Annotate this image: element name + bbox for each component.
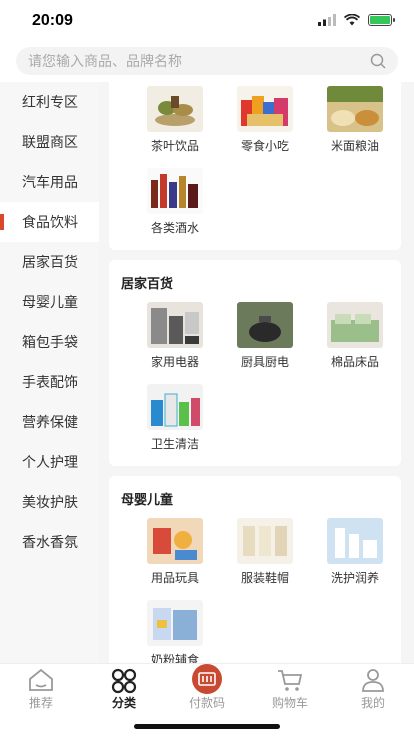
tab-pay-code[interactable]: 付款码 [166,664,248,714]
wifi-icon [344,14,360,26]
sidebar-item-label: 母婴儿童 [22,294,78,310]
category-item-snacks[interactable]: 零食小吃 [225,86,305,154]
category-item-kitchen[interactable]: 厨具厨电 [225,302,305,370]
sidebar-item-label: 香水香氛 [22,534,78,550]
section-title: 母婴儿童 [121,492,174,507]
tab-recommend[interactable]: 推荐 [0,664,82,714]
category-item-toys[interactable]: 用品玩具 [135,518,215,586]
tea-drinks-image [147,86,203,132]
sidebar-item-label: 箱包手袋 [22,334,78,350]
appliances-image [147,302,203,348]
tab-mine[interactable]: 我的 [332,664,414,714]
pay-code-icon [192,664,222,694]
formula-image [147,600,203,646]
tab-cart[interactable]: 购物车 [249,664,331,714]
sidebar-item-label: 手表配饰 [22,374,78,390]
search-input[interactable] [16,47,398,75]
category-item-appliances[interactable]: 家用电器 [135,302,215,370]
sidebar-item-label: 联盟商区 [22,134,78,150]
search-icon[interactable] [370,53,386,69]
bedding-image [327,302,383,348]
baby-care-image [327,518,383,564]
status-bar: 20:09 [0,0,414,44]
section-card-baby: 母婴儿童 用品玩具 服装鞋帽 洗护润养 奶粉辅食 [109,476,401,663]
cart-icon [278,670,303,691]
sidebar-item-label: 美妆护肤 [22,494,78,510]
sidebar-item-bonus-zone[interactable]: 红利专区 [0,82,99,122]
alcohol-image [147,168,203,214]
sidebar-item-home[interactable]: 居家百货 [0,242,99,282]
sidebar-item-personal-care[interactable]: 个人护理 [0,442,99,482]
sidebar-item-label: 食品饮料 [22,214,78,230]
sidebar-item-auto[interactable]: 汽车用品 [0,162,99,202]
category-item-formula[interactable]: 奶粉辅食 [135,600,215,663]
category-icon [111,668,137,694]
sidebar-item-bags[interactable]: 箱包手袋 [0,322,99,362]
sidebar-item-label: 个人护理 [22,454,78,470]
sidebar-item-skincare[interactable]: 美妆护肤 [0,482,99,522]
sidebar-item-watches[interactable]: 手表配饰 [0,362,99,402]
sidebar-item-alliance[interactable]: 联盟商区 [0,122,99,162]
status-time: 20:09 [32,12,73,29]
signal-icon [318,14,336,26]
battery-icon [368,14,395,26]
home-icon [29,668,53,691]
sidebar-item-baby[interactable]: 母婴儿童 [0,282,99,322]
tab-category[interactable]: 分类 [83,664,165,714]
sidebar-item-food[interactable]: 食品饮料 [0,202,99,242]
toys-image [147,518,203,564]
search-box [16,47,398,75]
cleaning-image [147,384,203,430]
kitchen-image [237,302,293,348]
category-item-grains[interactable]: 米面粮油 [315,86,395,154]
search-bar [0,44,414,82]
category-item-alcohol[interactable]: 各类酒水 [135,168,215,236]
category-item-tea[interactable]: 茶叶饮品 [135,86,215,154]
grains-oil-image [327,86,383,132]
category-item-bedding[interactable]: 棉品床品 [315,302,395,370]
sidebar-item-fragrance[interactable]: 香水香氛 [0,522,99,562]
user-icon [362,669,384,692]
category-item-clothing[interactable]: 服装鞋帽 [225,518,305,586]
category-item-baby-care[interactable]: 洗护润养 [315,518,395,586]
sidebar-item-label: 汽车用品 [22,174,78,190]
home-indicator [134,724,280,729]
sidebar-item-label: 营养保健 [22,414,78,430]
category-content: 茶叶饮品 零食小吃 米面粮油 各类酒水 居家百货 家用电器 厨具厨电 棉品床品 … [99,82,414,663]
snacks-image [237,86,293,132]
sidebar-item-label: 居家百货 [22,254,78,270]
section-card-food: 茶叶饮品 零食小吃 米面粮油 各类酒水 [109,82,401,250]
sidebar-item-label: 红利专区 [22,94,78,110]
sidebar-item-health[interactable]: 营养保健 [0,402,99,442]
category-item-cleaning[interactable]: 卫生清洁 [135,384,215,452]
category-sidebar: 红利专区 联盟商区 汽车用品 食品饮料 居家百货 母婴儿童 箱包手袋 手表配饰 … [0,82,99,663]
section-card-home: 居家百货 家用电器 厨具厨电 棉品床品 卫生清洁 [109,260,401,466]
status-icons [318,14,395,26]
clothing-image [237,518,293,564]
section-title: 居家百货 [121,276,174,291]
